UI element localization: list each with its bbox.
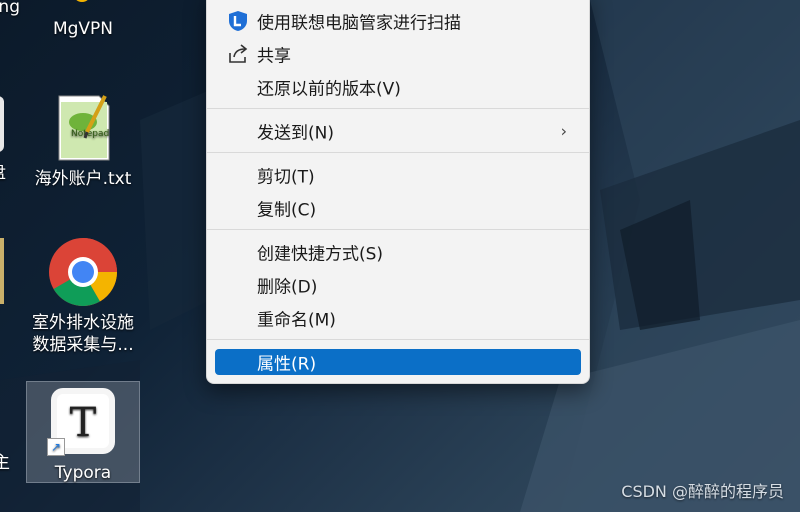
- svg-text:Notepad: Notepad: [71, 129, 109, 139]
- svg-text:T: T: [70, 400, 97, 446]
- menu-separator: [207, 108, 589, 109]
- menu-item-label: 共享: [257, 46, 291, 67]
- menu-separator: [207, 229, 589, 230]
- mgvpn-icon: ↗: [53, 0, 109, 4]
- menu-item-lenovo-scan[interactable]: 使用联想电脑管家进行扫描: [215, 6, 581, 36]
- menu-item-cut[interactable]: 剪切(T): [215, 160, 581, 190]
- context-menu: 使用联想电脑管家进行扫描 共享 还原以前的版本(V) 发送到(N) › 剪切(T…: [206, 0, 590, 384]
- desktop-icon-partial-left-top[interactable]: ng: [0, 0, 20, 18]
- desktop-icon-label-line1: 室外排水设施: [32, 313, 134, 333]
- menu-separator: [207, 152, 589, 153]
- menu-item-label: 剪切(T): [257, 167, 315, 188]
- desktop-icon-txt-file[interactable]: Notepad 海外账户.txt: [27, 92, 139, 190]
- lenovo-shield-icon: [227, 10, 249, 32]
- typora-icon: T ↗: [47, 386, 119, 458]
- chevron-right-icon: ›: [560, 121, 567, 141]
- watermark-text: CSDN @醉醉的程序员: [621, 482, 784, 501]
- app-icon-partial: [0, 96, 4, 152]
- menu-item-rename[interactable]: 重命名(M): [215, 303, 581, 333]
- menu-item-label: 发送到(N): [257, 123, 334, 144]
- menu-separator: [207, 339, 589, 340]
- desktop-icon-label: MgVPN: [52, 19, 114, 39]
- desktop-icon-label: 主: [0, 453, 10, 473]
- menu-item-label: 删除(D): [257, 277, 318, 298]
- menu-item-copy[interactable]: 复制(C): [215, 193, 581, 223]
- desktop-icon-partial-left-4[interactable]: 主: [0, 452, 10, 474]
- shortcut-arrow-icon: ↗: [47, 438, 65, 456]
- desktop-icon-mgvpn[interactable]: ↗ MgVPN: [27, 0, 139, 40]
- menu-item-label: 属性(R): [257, 354, 317, 375]
- menu-item-restore-previous-versions[interactable]: 还原以前的版本(V): [215, 72, 581, 102]
- desktop-icon-label-line2: 数据采集与...: [32, 335, 134, 355]
- notepad-plus-plus-file-icon: Notepad: [47, 92, 119, 164]
- menu-item-label: 使用联想电脑管家进行扫描: [257, 13, 461, 34]
- menu-item-properties[interactable]: 属性(R): [215, 349, 581, 375]
- menu-item-send-to[interactable]: 发送到(N) ›: [215, 116, 581, 146]
- menu-item-label: 创建快捷方式(S): [257, 244, 384, 265]
- desktop-icon-chrome-shortcut[interactable]: 室外排水设施 数据采集与...: [27, 236, 139, 356]
- desktop-icon-typora[interactable]: T ↗ Typora: [26, 381, 140, 483]
- menu-item-delete[interactable]: 删除(D): [215, 270, 581, 300]
- desktop-icon-label: ng: [0, 0, 20, 17]
- menu-item-label: 还原以前的版本(V): [257, 79, 401, 100]
- app-icon-partial: [0, 238, 4, 304]
- desktop-icon-label: Typora: [54, 463, 112, 483]
- share-icon: [227, 43, 249, 65]
- menu-item-share[interactable]: 共享: [215, 39, 581, 69]
- menu-item-label: 重命名(M): [257, 310, 336, 331]
- menu-item-label: 复制(C): [257, 200, 317, 221]
- chrome-icon: [47, 236, 119, 308]
- menu-item-create-shortcut[interactable]: 创建快捷方式(S): [215, 237, 581, 267]
- desktop-icon-label: 盘: [0, 162, 6, 184]
- desktop-icon-label: 海外账户.txt: [34, 169, 132, 189]
